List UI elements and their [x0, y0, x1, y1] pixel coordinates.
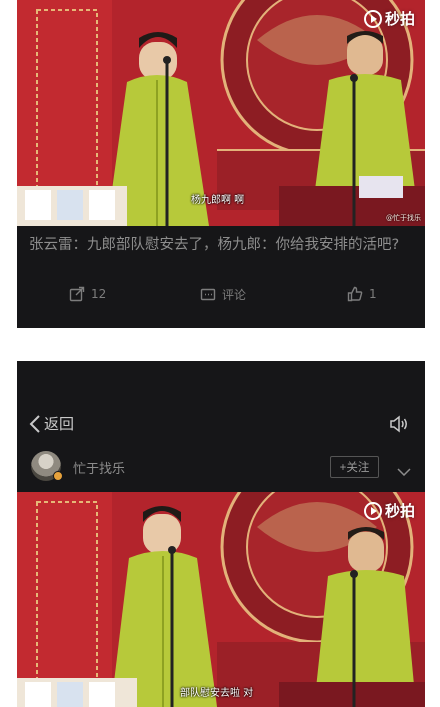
post-detail-2: 返回 忙于找乐 +关注 秒拍 部队慰安去啦 对 — [17, 361, 425, 707]
stage-scene-2 — [17, 492, 425, 707]
like-button[interactable]: 1 — [347, 286, 377, 302]
video-frame-1[interactable]: 秒拍 杨九郎啊 啊 @忙于找乐 — [17, 0, 425, 226]
share-icon — [69, 286, 85, 302]
like-count: 1 — [369, 287, 377, 301]
video-credit: @忙于找乐 — [386, 214, 421, 222]
speaker-icon — [390, 415, 407, 433]
author-name[interactable]: 忙于找乐 — [73, 458, 125, 477]
comment-button[interactable]: 评论 — [200, 286, 246, 303]
miaopai-logo-icon — [363, 501, 382, 520]
comment-label: 评论 — [222, 288, 247, 302]
chevron-down-icon — [397, 468, 411, 477]
watermark-text-2: 秒拍 — [384, 502, 415, 520]
watermark-text: 秒拍 — [384, 10, 415, 28]
video-subtitle-2: 部队慰安去啦 对 — [180, 688, 254, 699]
miaopai-watermark-2: 秒拍 — [363, 500, 415, 521]
nav-bar: 返回 — [17, 411, 425, 439]
post-text: 张云雷：九郎部队慰安去了，杨九郎：你给我安排的活吧? — [29, 237, 400, 253]
back-label: 返回 — [44, 415, 75, 433]
back-chevron-icon — [29, 414, 40, 433]
verified-badge-icon — [53, 471, 63, 481]
video-frame-2[interactable]: 秒拍 部队慰安去啦 对 — [17, 492, 425, 707]
share-button[interactable]: 12 — [69, 286, 106, 302]
like-icon — [347, 286, 363, 302]
action-bar: 12 评论 1 — [17, 286, 425, 310]
miaopai-watermark: 秒拍 — [363, 8, 415, 29]
more-button[interactable] — [397, 461, 411, 480]
comment-icon — [200, 288, 216, 300]
post-card-1: 秒拍 杨九郎啊 啊 @忙于找乐 张云雷：九郎部队慰安去了，杨九郎：你给我安排的活… — [17, 0, 425, 328]
back-button[interactable]: 返回 — [29, 413, 74, 434]
author-row: 忙于找乐 +关注 — [17, 451, 425, 485]
miaopai-logo-icon — [363, 9, 382, 28]
sound-button[interactable] — [389, 415, 409, 437]
video-subtitle: 杨九郎啊 啊 — [191, 195, 245, 206]
follow-button[interactable]: +关注 — [330, 456, 379, 478]
share-count: 12 — [91, 287, 107, 301]
